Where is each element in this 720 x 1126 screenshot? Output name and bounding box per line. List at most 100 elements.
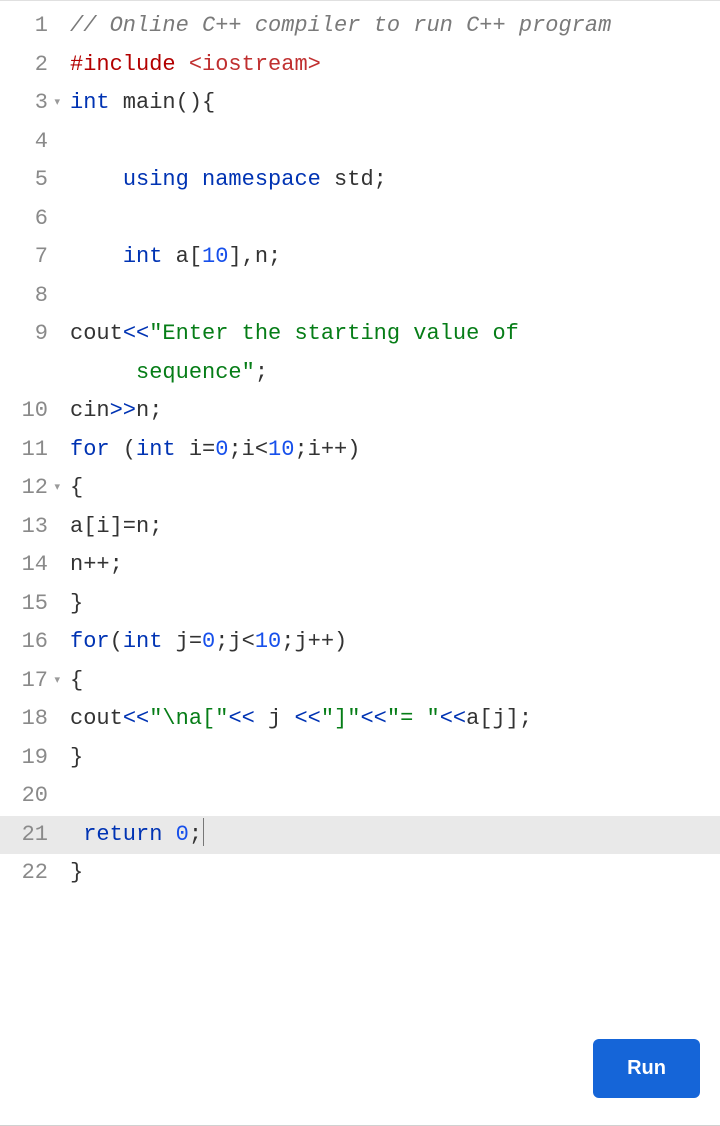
code-line[interactable]: n++;: [70, 546, 720, 585]
line-number: 19: [0, 739, 56, 778]
line-number: 16: [0, 623, 56, 662]
code-token: return: [83, 822, 162, 847]
code-line[interactable]: [70, 277, 720, 316]
line-number: 10: [0, 392, 56, 431]
code-token: main(){: [110, 90, 216, 115]
code-line[interactable]: #include <iostream>: [70, 46, 720, 85]
code-token: [176, 52, 189, 77]
code-token: a[: [162, 244, 202, 269]
line-number: 18: [0, 700, 56, 739]
line-number: 13: [0, 508, 56, 547]
code-line[interactable]: a[i]=n;: [70, 508, 720, 547]
line-number: [0, 354, 56, 393]
code-token: #include: [70, 52, 176, 77]
line-number: 20: [0, 777, 56, 816]
code-line[interactable]: [70, 777, 720, 816]
code-line[interactable]: sequence";: [70, 354, 720, 393]
code-token: >>: [110, 398, 136, 423]
code-token: cout: [70, 321, 123, 346]
code-line[interactable]: int main(){: [70, 84, 720, 123]
code-token: using: [123, 167, 189, 192]
line-number: 11: [0, 431, 56, 470]
code-line[interactable]: {: [70, 469, 720, 508]
code-line[interactable]: for (int i=0;i<10;i++): [70, 431, 720, 470]
code-token: ;j++): [281, 629, 347, 654]
line-number: 6: [0, 200, 56, 239]
line-number: 22: [0, 854, 56, 893]
code-token: n++;: [70, 552, 123, 577]
line-number: 5: [0, 161, 56, 200]
code-token: <<: [294, 706, 320, 731]
code-token: ;: [189, 822, 202, 847]
code-token: <<: [440, 706, 466, 731]
code-token: 10: [202, 244, 228, 269]
code-token: 0: [176, 822, 189, 847]
code-line[interactable]: for(int j=0;j<10;j++): [70, 623, 720, 662]
code-token: cout: [70, 706, 123, 731]
code-line[interactable]: int a[10],n;: [70, 238, 720, 277]
line-number: 21: [0, 816, 56, 855]
code-token: ;i++): [294, 437, 360, 462]
code-token: // Online C++ compiler to run C++ progra…: [70, 13, 611, 38]
code-line[interactable]: }: [70, 585, 720, 624]
code-token: (: [110, 629, 123, 654]
code-token: [70, 360, 136, 385]
line-number: 17▾: [0, 662, 56, 701]
code-line[interactable]: {: [70, 662, 720, 701]
code-line[interactable]: return 0;: [56, 816, 720, 855]
code-token: int: [123, 629, 163, 654]
code-token: "]": [321, 706, 361, 731]
line-number: 9: [0, 315, 56, 354]
code-token: 10: [268, 437, 294, 462]
code-line[interactable]: cin>>n;: [70, 392, 720, 431]
code-line[interactable]: }: [70, 854, 720, 893]
code-token: sequence": [136, 360, 255, 385]
line-number: 7: [0, 238, 56, 277]
code-token: j=: [162, 629, 202, 654]
line-number: 14: [0, 546, 56, 585]
code-token: [70, 167, 123, 192]
code-line[interactable]: using namespace std;: [70, 161, 720, 200]
code-token: "Enter the starting value of: [149, 321, 519, 346]
code-line[interactable]: // Online C++ compiler to run C++ progra…: [70, 7, 720, 46]
code-token: std;: [321, 167, 387, 192]
code-token: n;: [136, 398, 162, 423]
code-token: <<: [123, 706, 149, 731]
code-token: ],n;: [228, 244, 281, 269]
code-token: "\na[": [149, 706, 228, 731]
code-token: [70, 244, 123, 269]
line-gutter: 123▾456789101112▾1314151617▾1819202122: [0, 1, 56, 1126]
code-token: for: [70, 629, 110, 654]
code-editor[interactable]: 123▾456789101112▾1314151617▾1819202122 /…: [0, 0, 720, 1126]
line-number: 15: [0, 585, 56, 624]
code-token: [162, 822, 175, 847]
code-token: int: [123, 244, 163, 269]
line-number: 2: [0, 46, 56, 85]
code-token: for: [70, 437, 110, 462]
code-token: <<: [228, 706, 254, 731]
code-token: namespace: [202, 167, 321, 192]
code-token: i=: [176, 437, 216, 462]
code-token: ;: [255, 360, 268, 385]
run-button[interactable]: Run: [593, 1039, 700, 1098]
code-token: 0: [215, 437, 228, 462]
code-token: a[i]=n;: [70, 514, 162, 539]
code-area[interactable]: // Online C++ compiler to run C++ progra…: [56, 1, 720, 1126]
code-token: cin: [70, 398, 110, 423]
line-number: 3▾: [0, 84, 56, 123]
code-token: <iostream>: [189, 52, 321, 77]
code-line[interactable]: cout<<"Enter the starting value of: [70, 315, 720, 354]
code-token: j: [255, 706, 295, 731]
text-cursor: [203, 818, 204, 846]
code-token: ;i<: [228, 437, 268, 462]
code-token: [189, 167, 202, 192]
line-number: 4: [0, 123, 56, 162]
code-token: 0: [202, 629, 215, 654]
code-line[interactable]: [70, 200, 720, 239]
code-line[interactable]: }: [70, 739, 720, 778]
code-line[interactable]: [70, 123, 720, 162]
code-token: }: [70, 591, 83, 616]
line-number: 1: [0, 7, 56, 46]
code-line[interactable]: cout<<"\na["<< j <<"]"<<"= "<<a[j];: [70, 700, 720, 739]
code-token: }: [70, 860, 83, 885]
